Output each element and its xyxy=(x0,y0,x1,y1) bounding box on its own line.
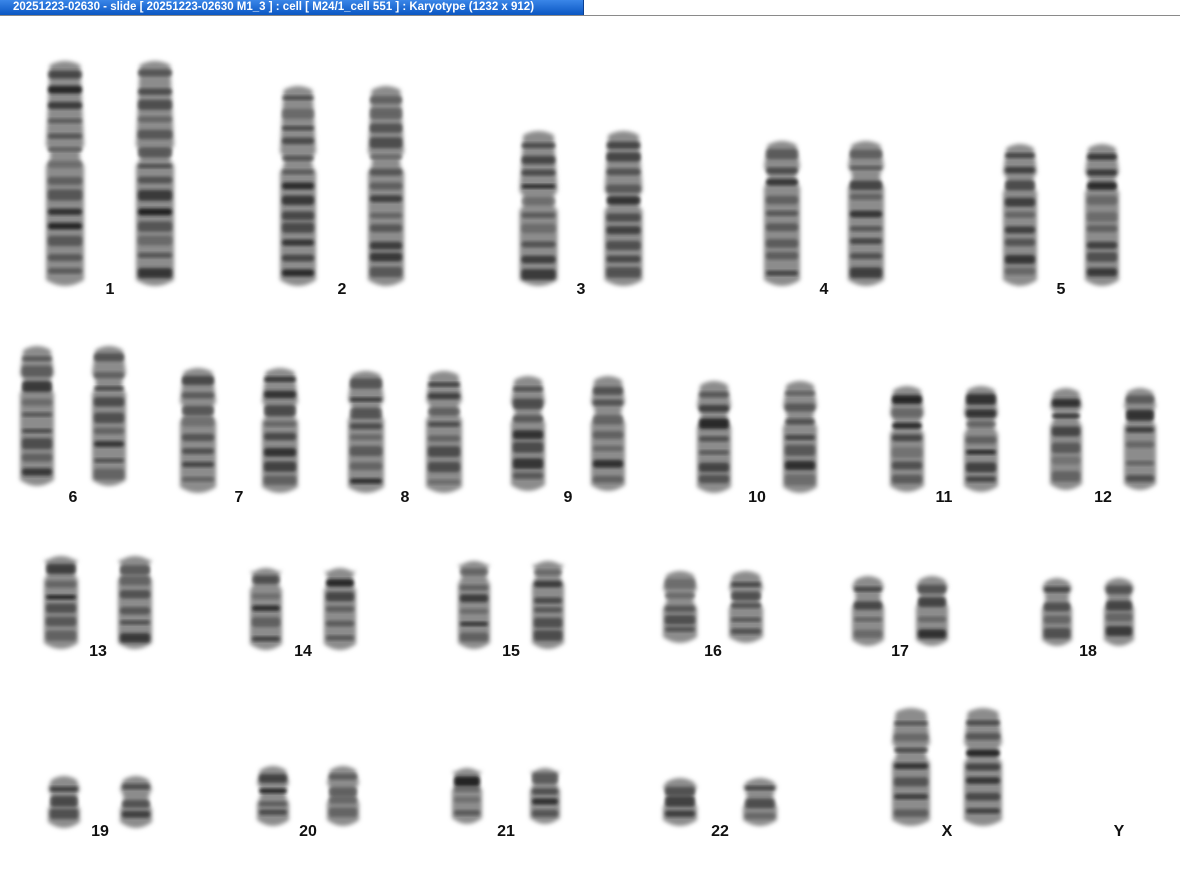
chromosome-6-a[interactable] xyxy=(20,346,54,486)
chromosome-1-a[interactable] xyxy=(46,61,84,286)
chromosome-21-a[interactable] xyxy=(452,768,482,824)
chromosome-16-a[interactable] xyxy=(663,571,697,643)
chromosome-16-b[interactable] xyxy=(729,571,763,643)
chromosome-pair-X xyxy=(892,708,1002,826)
chromosome-10-a[interactable] xyxy=(697,381,731,493)
chromosome-20-a[interactable] xyxy=(257,766,289,826)
chromosome-18-b[interactable] xyxy=(1104,578,1134,646)
chromosome-X-a[interactable] xyxy=(892,708,930,826)
window-title-tab[interactable]: 20251223-02630 - slide [ 20251223-02630 … xyxy=(0,0,584,15)
chromosome-9-b[interactable] xyxy=(591,376,625,491)
chromosome-7-b[interactable] xyxy=(262,368,298,493)
chromosome-3-a[interactable] xyxy=(519,131,558,286)
chromosome-pair-7 xyxy=(180,368,298,493)
chromosome-11-a[interactable] xyxy=(890,386,924,492)
chromosome-20-b[interactable] xyxy=(327,766,359,826)
chromosome-19-a[interactable] xyxy=(48,776,80,828)
chromosome-5-a[interactable] xyxy=(1003,144,1037,286)
chromosome-pair-18 xyxy=(1042,578,1134,646)
chromosome-pair-5 xyxy=(1003,144,1119,286)
chromosome-label-15: 15 xyxy=(502,643,520,660)
chromosome-pair-10 xyxy=(697,381,817,493)
chromosome-1-b[interactable] xyxy=(136,61,174,286)
chromosome-pair-20 xyxy=(257,766,359,826)
chromosome-8-b[interactable] xyxy=(426,371,462,493)
karyotype-canvas: 1 2 3 4 5 6 7 8 9 10 11 12 13 14 15 16 17 18 19 20 21 22 X Y xyxy=(0,16,1180,884)
chromosome-label-19: 19 xyxy=(91,823,109,840)
chromosome-7-a[interactable] xyxy=(180,368,216,493)
chromosome-label-22: 22 xyxy=(711,823,729,840)
chromosome-label-5: 5 xyxy=(1057,281,1066,298)
chromosome-label-8: 8 xyxy=(401,489,410,506)
chromosome-pair-11 xyxy=(890,386,998,492)
chromosome-12-a[interactable] xyxy=(1050,388,1082,490)
chromosome-label-18: 18 xyxy=(1079,643,1097,660)
chromosome-pair-1 xyxy=(46,61,174,286)
chromosome-label-14: 14 xyxy=(294,643,312,660)
chromosome-12-b[interactable] xyxy=(1124,388,1156,490)
chromosome-label-20: 20 xyxy=(299,823,317,840)
chromosome-5-b[interactable] xyxy=(1085,144,1119,286)
chromosome-6-b[interactable] xyxy=(92,346,126,486)
chromosome-2-b[interactable] xyxy=(368,86,404,286)
chromosome-label-13: 13 xyxy=(89,643,107,660)
chromosome-pair-9 xyxy=(511,376,625,491)
chromosome-label-2: 2 xyxy=(338,281,347,298)
chromosome-13-b[interactable] xyxy=(118,556,152,649)
chromosome-pair-19 xyxy=(48,776,152,828)
chromosome-pair-12 xyxy=(1050,388,1156,490)
chromosome-11-b[interactable] xyxy=(964,386,998,492)
chromosome-pair-16 xyxy=(663,571,763,643)
chromosome-8-a[interactable] xyxy=(348,371,384,493)
chromosome-label-X: X xyxy=(942,823,953,840)
window-title: 20251223-02630 - slide [ 20251223-02630 … xyxy=(13,1,535,13)
chromosome-19-b[interactable] xyxy=(120,776,152,828)
chromosome-label-4: 4 xyxy=(820,281,829,298)
chromosome-pair-14 xyxy=(250,568,356,650)
chromosome-label-6: 6 xyxy=(69,489,78,506)
chromosome-X-b[interactable] xyxy=(964,708,1002,826)
chromosome-label-17: 17 xyxy=(891,643,909,660)
chromosome-4-a[interactable] xyxy=(764,141,800,286)
chromosome-4-b[interactable] xyxy=(848,141,884,286)
chromosome-17-b[interactable] xyxy=(916,576,948,646)
chromosome-21-b[interactable] xyxy=(530,768,560,824)
chromosome-10-b[interactable] xyxy=(783,381,817,493)
chromosome-3-b[interactable] xyxy=(604,131,643,286)
chromosome-label-10: 10 xyxy=(748,489,766,506)
chromosome-label-16: 16 xyxy=(704,643,722,660)
chromosome-22-a[interactable] xyxy=(663,778,697,826)
chromosome-label-12: 12 xyxy=(1094,489,1112,506)
karyotype-figure: 1 2 3 4 56 7 8 9 10 11 1213 14 15 16 17 1819 20 21 22 X Y xyxy=(20,61,1156,840)
chromosome-label-9: 9 xyxy=(564,489,573,506)
chromosome-2-a[interactable] xyxy=(280,86,316,286)
chromosome-14-a[interactable] xyxy=(250,568,282,650)
chromosome-pair-21 xyxy=(452,768,560,824)
chromosome-pair-4 xyxy=(764,141,884,286)
chromosome-22-b[interactable] xyxy=(743,778,777,826)
chromosome-pair-13 xyxy=(44,556,152,649)
window-title-bar: 20251223-02630 - slide [ 20251223-02630 … xyxy=(0,0,1180,16)
chromosome-label-3: 3 xyxy=(577,281,586,298)
chromosome-label-7: 7 xyxy=(235,489,244,506)
chromosome-pair-2 xyxy=(280,86,404,286)
chromosome-pair-6 xyxy=(20,346,126,486)
chromosome-15-a[interactable] xyxy=(458,561,490,649)
chromosome-label-Y: Y xyxy=(1114,823,1125,840)
chromosome-pair-15 xyxy=(458,561,564,649)
chromosome-pair-8 xyxy=(348,371,462,493)
chromosome-label-21: 21 xyxy=(497,823,515,840)
chromosome-17-a[interactable] xyxy=(852,576,884,646)
chromosome-pair-17 xyxy=(852,576,948,646)
chromosome-label-11: 11 xyxy=(936,489,953,506)
chromosome-pair-22 xyxy=(663,778,777,826)
chromosome-14-b[interactable] xyxy=(324,568,356,650)
chromosome-9-a[interactable] xyxy=(511,376,545,491)
chromosome-18-a[interactable] xyxy=(1042,578,1072,646)
chromosome-15-b[interactable] xyxy=(532,561,564,649)
chromosome-label-1: 1 xyxy=(106,281,115,298)
chromosome-pair-3 xyxy=(519,131,643,286)
chromosome-13-a[interactable] xyxy=(44,556,78,649)
